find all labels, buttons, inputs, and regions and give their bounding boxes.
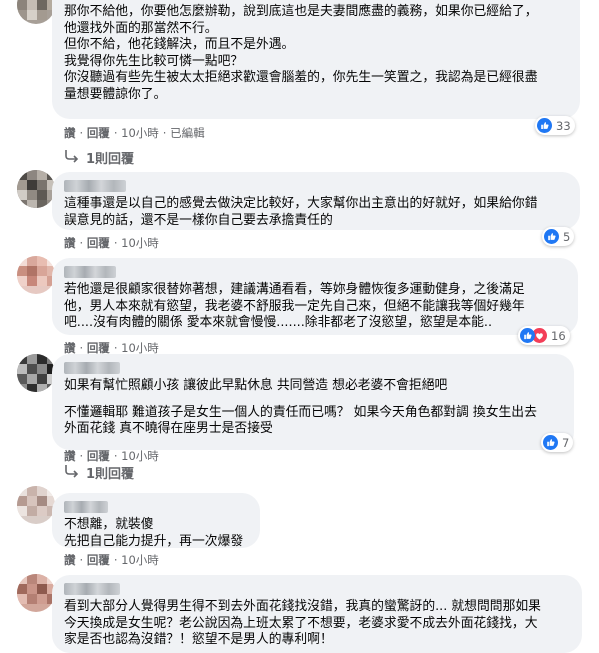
avatar[interactable] <box>17 0 55 24</box>
comment-text-line: 那你不給他，你要他怎麼辦勒，說到底這也是夫妻間應盡的義務，如果你已經給了， <box>64 4 538 19</box>
comment-text-line: 如果有幫忙照顧小孩 讓彼此早點休息 共同營造 想必老婆不會拒絕吧 <box>64 378 448 393</box>
timestamp[interactable]: 10小時 <box>121 553 159 567</box>
reaction-summary[interactable]: 16 <box>518 326 570 345</box>
replies-label: 1則回覆 <box>86 152 135 167</box>
username-redacted[interactable] <box>64 266 116 278</box>
like-icon <box>544 229 559 244</box>
comment-actions: 讚 · 回覆 · 10小時 <box>64 553 159 567</box>
avatar[interactable] <box>17 574 55 612</box>
reply-arrow-icon <box>64 149 82 167</box>
timestamp[interactable]: 10小時 <box>121 236 159 250</box>
comment-text-line: 他還找外面的那當然不行。 <box>64 20 218 36</box>
reaction-count: 5 <box>563 229 571 244</box>
comment-text-line: 誤意見的話，還不是一樣你自己要去承擔責任的 <box>64 212 333 228</box>
reply-button[interactable]: 回覆 <box>87 341 110 355</box>
comment-text-line: 今天換成是女生呢？老公說因為上班太累了不想要，老婆求愛不成去外面花錢找，大 <box>64 615 538 631</box>
comment-text-line: 不懂邏輯耶 難道孩子是女生一個人的責任而已嗎？ 如果今天角色都對調 換女生出去 <box>64 404 537 420</box>
reaction-summary[interactable]: 5 <box>542 227 575 246</box>
comment-bubble: 看到大部分人覺得男生得不到去外面花錢找沒錯，我真的蠻驚訝的... 就想問問那如果… <box>52 575 582 653</box>
view-replies-button[interactable]: 1則回覆 <box>64 148 134 167</box>
username-redacted[interactable] <box>64 180 126 192</box>
username-redacted[interactable] <box>64 362 120 374</box>
username-redacted[interactable] <box>64 501 108 513</box>
comment-actions: 讚 · 回覆 · 10小時 <box>64 236 159 250</box>
reaction-count: 33 <box>556 118 571 133</box>
comment-bubble: 不想離，就裝傻 先把自己能力提升，再一次爆發 <box>52 493 260 549</box>
avatar[interactable] <box>17 354 55 392</box>
timestamp[interactable]: 10小時 <box>121 126 159 140</box>
comment-bubble: 這種事還是以自己的感覺去做決定比較好，大家幫你出主意出的好就好，如果給你錯 誤意… <box>52 172 580 230</box>
reply-button[interactable]: 回覆 <box>87 553 110 567</box>
comment-text-line: 看到大部分人覺得男生得不到去外面花錢找沒錯，我真的蠻驚訝的... 就想問問那如果 <box>64 599 541 614</box>
reaction-summary[interactable]: 33 <box>535 116 575 135</box>
like-button[interactable]: 讚 <box>64 553 76 567</box>
comment-text-line: 不想離，就裝傻 <box>64 517 154 532</box>
reply-button[interactable]: 回覆 <box>87 126 110 140</box>
comment-text-line: 這種事還是以自己的感覺去做決定比較好，大家幫你出主意出的好就好，如果給你錯 <box>64 196 538 211</box>
reaction-count: 7 <box>562 435 570 450</box>
reaction-summary[interactable]: 7 <box>541 433 574 452</box>
comment-actions: 讚 · 回覆 · 10小時 <box>64 449 159 463</box>
comment-text-line: 我覺得你先生比較可憐一點吧？ <box>64 53 244 69</box>
avatar[interactable] <box>17 486 55 524</box>
reply-button[interactable]: 回覆 <box>87 449 110 463</box>
comment-text-line: 他，男人本來就有慾望，我老婆不舒服我一定先自己來，但絕不能讓我等個好幾年 <box>64 298 525 314</box>
like-button[interactable]: 讚 <box>64 449 76 463</box>
comment-text-line: 吧....沒有肉體的關係 愛本來就會慢慢.......除非都老了沒慾望，慾望是本… <box>64 315 493 331</box>
timestamp[interactable]: 10小時 <box>121 341 159 355</box>
comment-text-line: 但你不給，他花錢解決，而且不是外遇。 <box>64 37 295 53</box>
comment-bubble: 那你不給他，你要他怎麼辦勒，說到底這也是夫妻間應盡的義務，如果你已經給了， 他還… <box>52 0 580 119</box>
username-redacted[interactable] <box>64 583 120 595</box>
avatar[interactable] <box>17 256 55 294</box>
reaction-count: 16 <box>551 328 566 343</box>
comment-text-line: 先把自己能力提升，再一次爆發 <box>64 533 244 549</box>
reply-arrow-icon <box>64 464 82 482</box>
avatar[interactable] <box>17 170 55 208</box>
edited-label: 已編輯 <box>170 126 205 140</box>
view-replies-button[interactable]: 1則回覆 <box>64 463 134 482</box>
comment-text-line: 你沒聽過有些先生被太太拒絕求歡還會腦羞的，你先生一笑置之，我認為是已經很盡 <box>64 70 538 86</box>
reply-button[interactable]: 回覆 <box>87 236 110 250</box>
like-button[interactable]: 讚 <box>64 341 76 355</box>
like-icon <box>520 328 535 343</box>
replies-label: 1則回覆 <box>86 467 135 482</box>
like-button[interactable]: 讚 <box>64 126 76 140</box>
like-icon <box>543 435 558 450</box>
comment-text-line: 若他還是很顧家很替妳著想，建議溝通看看，等妳身體恢復多運動健身，之後滿足 <box>64 282 525 297</box>
comment-text-line: 家是否也認為沒錯？！慾望不是男人的專利啊！ <box>64 632 333 648</box>
comment-bubble: 如果有幫忙照顧小孩 讓彼此早點休息 共同營造 想必老婆不會拒絕吧 不懂邏輯耶 難… <box>52 354 574 450</box>
like-button[interactable]: 讚 <box>64 236 76 250</box>
comment-text-line: 量想要體諒你了。 <box>64 86 167 102</box>
comment-actions: 讚 · 回覆 · 10小時 · 已編輯 <box>64 126 205 140</box>
timestamp[interactable]: 10小時 <box>121 449 159 463</box>
comment-text-line: 外面花錢 真不曉得在座男士是否接受 <box>64 421 273 437</box>
comment-bubble: 若他還是很顧家很替妳著想，建議溝通看看，等妳身體恢復多運動健身，之後滿足 他，男… <box>52 258 578 335</box>
like-icon <box>537 118 552 133</box>
